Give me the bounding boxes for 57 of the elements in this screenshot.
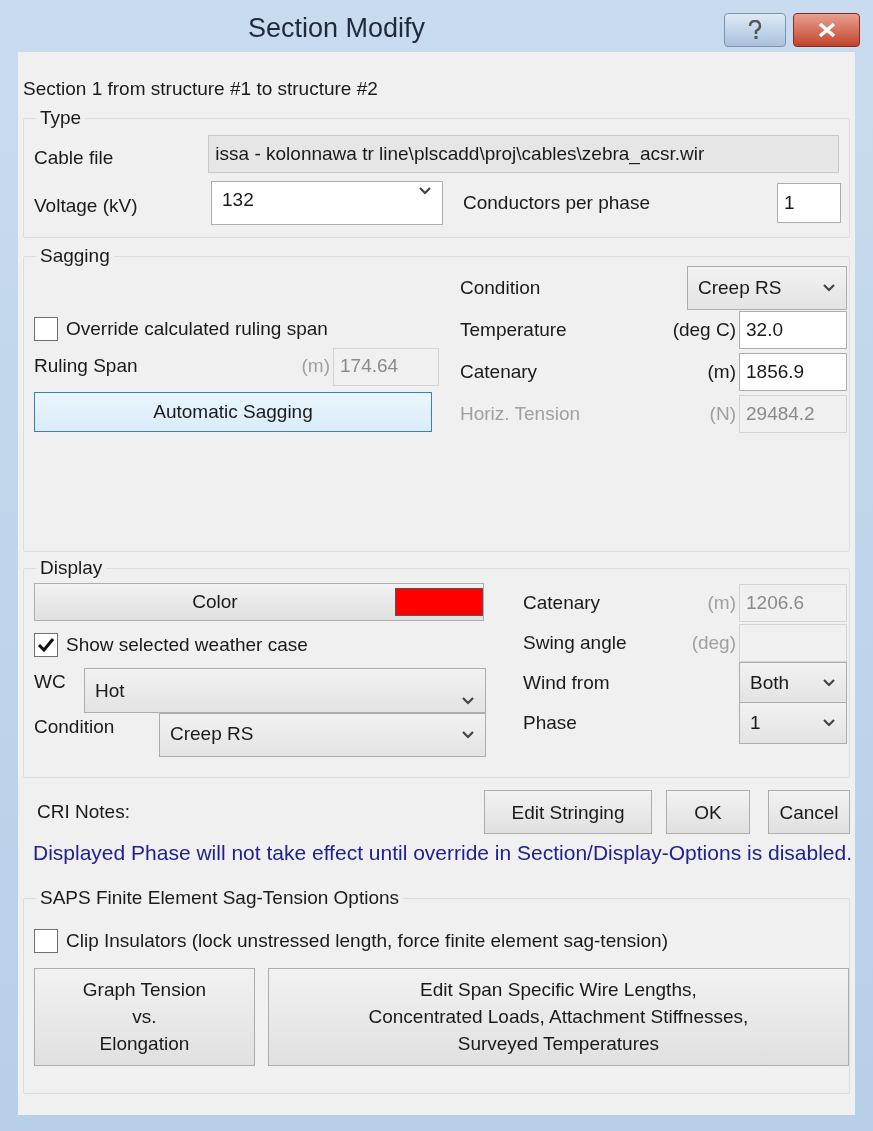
unit-label: (m) (707, 590, 736, 615)
color-button[interactable]: Color (34, 583, 484, 621)
chevron-down-icon (418, 186, 432, 196)
field-label: Horiz. Tension (460, 401, 582, 426)
field-label: Phase (523, 710, 578, 735)
close-button[interactable] (793, 13, 860, 47)
button[interactable]: Cancel (768, 790, 850, 834)
button[interactable]: Automatic Sagging (34, 391, 432, 432)
input-field[interactable]: 1 (777, 183, 841, 223)
section-heading: Section 1 from structure #1 to structure #2 (23, 77, 379, 101)
dropdown[interactable]: Hot (84, 667, 486, 713)
notes-label: CRI Notes: (37, 799, 131, 824)
help-button[interactable] (724, 13, 786, 47)
window-title: Section Modify (248, 12, 426, 45)
field-label: Ruling Span (34, 354, 139, 379)
notice-text: Displayed Phase will not take effect until override in Section/Display-Options is disabled. (33, 840, 854, 866)
dropdown[interactable]: Creep RS (687, 266, 847, 310)
field-label: Cable file (34, 145, 115, 170)
field-label: Voltage (kV) (34, 193, 139, 218)
field-label: Condition (34, 714, 116, 739)
field-label: Swing angle (523, 630, 628, 655)
field-label: Catenary (460, 359, 539, 384)
checkbox-label: Clip Insulators (lock unstressed length, force finite element sag-tension) (66, 929, 668, 953)
field-label: Wind from (523, 670, 611, 695)
field-label: Catenary (523, 590, 602, 615)
checkmark-icon (37, 637, 55, 654)
help-icon (748, 20, 762, 40)
field-label: WC (34, 669, 67, 694)
input-field[interactable]: 1856.9 (739, 353, 847, 391)
dropdown[interactable]: 132 (211, 181, 443, 225)
dropdown[interactable]: Creep RS (159, 712, 486, 757)
unit-label: (m) (301, 354, 330, 379)
field-label: Temperature (460, 317, 568, 342)
input-field[interactable]: 32.0 (739, 311, 847, 349)
chevron-down-icon (822, 718, 836, 728)
button[interactable]: Edit Stringing (484, 790, 652, 834)
unit-label: (deg) (691, 630, 736, 655)
checkbox[interactable] (34, 633, 58, 658)
dropdown[interactable]: 1 (739, 702, 847, 744)
unit-label: (N) (709, 401, 736, 426)
dropdown[interactable]: Both (739, 662, 847, 704)
chevron-down-icon (461, 729, 475, 740)
close-icon (816, 22, 837, 38)
field-label: Condition (460, 275, 542, 300)
chevron-down-icon (461, 695, 475, 706)
button[interactable]: OK (666, 790, 750, 834)
unit-label: (m) (707, 359, 736, 384)
checkbox[interactable] (34, 929, 58, 954)
checkbox-label: Show selected weather case (66, 633, 308, 657)
chevron-down-icon (822, 678, 836, 688)
field-label: Conductors per phase (463, 190, 651, 215)
button[interactable]: Edit Span Specific Wire Lengths, Concentrated Loads, Attachment Stiffnesses, Surveyed Temperatures (267, 967, 849, 1066)
unit-label: (deg C) (672, 317, 736, 342)
button[interactable]: Graph Tension vs. Elongation (34, 967, 255, 1066)
checkbox[interactable] (34, 317, 58, 342)
chevron-down-icon (822, 283, 836, 293)
checkbox-label: Override calculated ruling span (66, 317, 328, 341)
